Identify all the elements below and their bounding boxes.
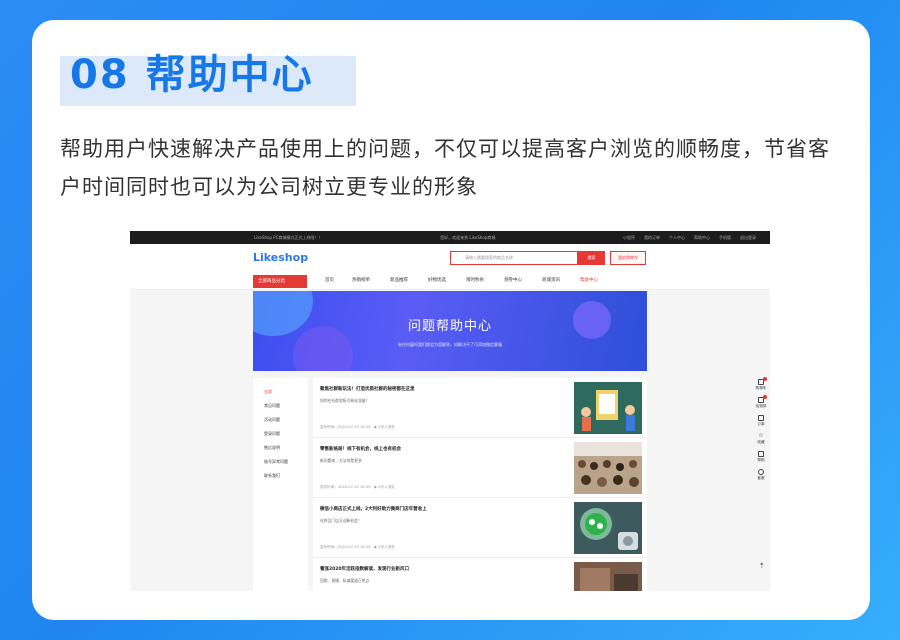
main-nav: 全部商品分类 首页 热销榜单 新品推荐 好物优选 限时秒杀 领券中心 商城资讯 … (130, 272, 770, 290)
nav-item-active[interactable]: 帮助中心 (580, 277, 598, 283)
float-service[interactable]: 客服 (752, 469, 770, 481)
article-title[interactable]: 看涨2020年活跃指数解读，发现行业新风口 (320, 566, 409, 572)
float-label: 客服 (757, 476, 765, 480)
article-title[interactable]: 零售新格局！线下有机会，线上也有机会 (320, 446, 401, 452)
article-summary: 新问题来，方法你是更多 (320, 458, 362, 463)
sidebar-item-all[interactable]: 全部 (264, 389, 308, 395)
cart-icon (758, 377, 767, 385)
order-icon (758, 415, 764, 421)
article-item[interactable]: 聚焦社群新玩法！打造优质社群的秘密都在这里 如何在社群里吸引粉丝流量？ 发布时间… (313, 378, 647, 438)
float-cart[interactable]: 购物车 (752, 377, 770, 391)
article-summary: 化茶品门店又迎新机会！ (320, 518, 362, 523)
site-logo[interactable]: Likeshop (253, 251, 308, 264)
section-name: 帮助中心 (145, 52, 314, 98)
topbar-link[interactable]: 帮助中心 (694, 235, 710, 241)
float-label: 购物车 (755, 386, 767, 390)
site-header: Likeshop 请输入需要搜索的商品名称 搜索 我的购物车 (130, 244, 770, 272)
help-center-screenshot: LikeShop PC商城模式正式上线啦！！ 您好，欢迎来到 LikeShop商… (130, 231, 770, 591)
nav-item[interactable]: 领券中心 (504, 277, 522, 283)
article-date: 发布时间：2020-07-30 16:39 (320, 545, 371, 549)
notice-text: LikeShop PC商城模式正式上线啦！！ (254, 234, 323, 240)
nav-item[interactable]: 热销榜单 (352, 277, 370, 283)
article-item[interactable]: 零售新格局！线下有机会，线上也有机会 新问题来，方法你是更多 发布时间：2020… (313, 438, 647, 498)
float-coupon[interactable]: 优惠券 (752, 395, 770, 409)
article-date: 发布时间：2020-07-30 16:39 (320, 425, 371, 429)
help-banner: 问题帮助中心 有任何疑问我们都会为您解答，如解决不了可添加微信客服 (253, 291, 647, 371)
article-title[interactable]: 聚焦社群新玩法！打造优质社群的秘密都在这里 (320, 386, 415, 392)
article-thumbnail[interactable] (574, 562, 642, 591)
topbar-link[interactable]: 小程序 (623, 235, 635, 241)
topbar-link[interactable]: 我的订单 (644, 235, 660, 241)
float-toolbar: 购物车 优惠券 订单 ☆ 收藏 帮助 客服 (752, 377, 770, 487)
cart-button[interactable]: 我的购物车 (610, 251, 646, 265)
article-thumbnail[interactable] (574, 502, 642, 554)
article-meta: 发布时间：2020-07-30 16:39 · ◉ 0次人浏览 (320, 545, 395, 549)
article-item[interactable]: 微信小商店正式上线，2大利好助力微商门店年营收上 化茶品门店又迎新机会！ 发布时… (313, 498, 647, 558)
article-date: 发布时间：2020-07-30 16:39 (320, 485, 371, 489)
sidebar-item[interactable]: 联系我们 (264, 473, 308, 479)
article-item[interactable]: 看涨2020年活跃指数解读，发现行业新风口 团购、直播、私域渠道正热点 (313, 558, 647, 591)
article-list: 聚焦社群新玩法！打造优质社群的秘密都在这里 如何在社群里吸引粉丝流量？ 发布时间… (313, 378, 647, 591)
sidebar-item[interactable]: 登录问题 (264, 431, 308, 437)
nav-item[interactable]: 好物优选 (428, 277, 446, 283)
category-button[interactable]: 全部商品分类 (253, 275, 307, 288)
headset-icon (758, 469, 764, 475)
help-icon (758, 451, 764, 457)
article-title[interactable]: 微信小商店正式上线，2大利好助力微商门店年营收上 (320, 506, 427, 512)
article-views: 0次人浏览 (378, 425, 395, 429)
topbar-link[interactable]: 手机版 (719, 235, 731, 241)
topbar-link[interactable]: 退出登录 (740, 235, 756, 241)
section-number: 08 (70, 52, 130, 98)
eye-icon: ◉ (373, 425, 377, 429)
greeting-text: 您好，欢迎来到 LikeShop商城 (440, 234, 496, 240)
article-summary: 团购、直播、私域渠道正热点 (320, 578, 370, 583)
banner-subtitle: 有任何疑问我们都会为您解答，如解决不了可添加微信客服 (398, 342, 502, 347)
eye-icon: ◉ (373, 485, 377, 489)
sidebar-item[interactable]: 常见问题 (264, 403, 308, 409)
nav-item[interactable]: 商城资讯 (542, 277, 560, 283)
search-input[interactable]: 请输入需要搜索的商品名称 (450, 251, 578, 265)
star-icon: ☆ (758, 432, 764, 439)
float-label: 优惠券 (755, 404, 767, 408)
float-order[interactable]: 订单 (752, 415, 770, 427)
coupon-icon (758, 395, 767, 403)
nav-item[interactable]: 新品推荐 (390, 277, 408, 283)
float-help[interactable]: 帮助 (752, 451, 770, 463)
float-label: 帮助 (757, 458, 765, 462)
search-button[interactable]: 搜索 (578, 251, 605, 265)
float-label: 订单 (757, 422, 765, 426)
article-meta: 发布时间：2020-07-30 16:39 · ◉ 0次人浏览 (320, 485, 395, 489)
article-views: 0次人浏览 (378, 545, 395, 549)
article-views: 0次人浏览 (378, 485, 395, 489)
article-thumbnail[interactable] (574, 382, 642, 434)
nav-item[interactable]: 限时秒杀 (466, 277, 484, 283)
sidebar-item[interactable]: 账号异常问题 (264, 459, 308, 465)
feature-card: 08 帮助中心 帮助用户快速解决产品使用上的问题，不仅可以提高客户浏览的顺畅度，… (32, 20, 870, 620)
help-category-sidebar: 全部 常见问题 活动问题 登录问题 售后说明 账号异常问题 联系我们 (253, 378, 308, 591)
article-thumbnail[interactable] (574, 442, 642, 494)
topbar-links: 小程序 我的订单 个人中心 帮助中心 手机版 退出登录 (623, 235, 756, 241)
nav-item[interactable]: 首页 (325, 277, 334, 283)
section-title: 08 帮助中心 (70, 42, 314, 100)
sidebar-item[interactable]: 售后说明 (264, 445, 308, 451)
article-summary: 如何在社群里吸引粉丝流量？ (320, 398, 370, 403)
sidebar-item[interactable]: 活动问题 (264, 417, 308, 423)
eye-icon: ◉ (373, 545, 377, 549)
back-to-top-icon[interactable]: ⇡ (759, 562, 765, 570)
section-description: 帮助用户快速解决产品使用上的问题，不仅可以提高客户浏览的顺畅度，节省客户时间同时… (60, 137, 830, 199)
banner-title: 问题帮助中心 (407, 319, 492, 334)
float-favorite[interactable]: ☆ 收藏 (752, 433, 770, 445)
site-topbar: LikeShop PC商城模式正式上线啦！！ 您好，欢迎来到 LikeShop商… (130, 231, 770, 244)
float-label: 收藏 (757, 440, 765, 444)
article-meta: 发布时间：2020-07-30 16:39 · ◉ 0次人浏览 (320, 425, 395, 429)
topbar-link[interactable]: 个人中心 (669, 235, 685, 241)
